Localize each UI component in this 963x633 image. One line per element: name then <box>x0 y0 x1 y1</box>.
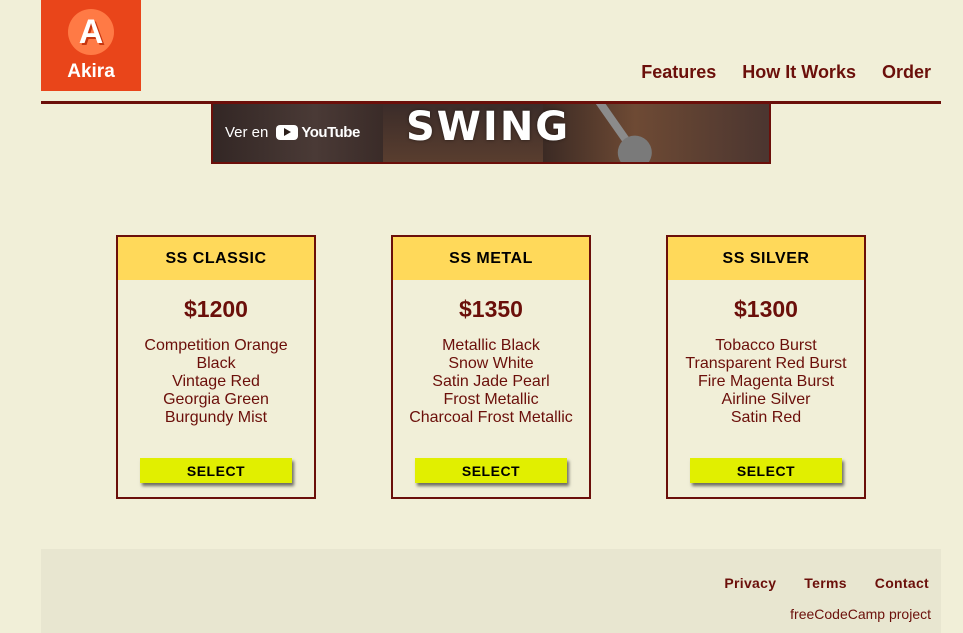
product-card-classic: SS CLASSIC $1200 Competition Orange Blac… <box>116 235 316 499</box>
color-option: Transparent Red Burst <box>685 355 847 372</box>
video-embed[interactable]: SWING Ver en YouTube <box>211 104 771 164</box>
video-title-overlay: SWING <box>406 104 571 150</box>
product-name: SS METAL <box>393 237 589 280</box>
product-card-silver: SS SILVER $1300 Tobacco Burst Transparen… <box>666 235 866 499</box>
footer-credit: freeCodeCamp project <box>790 606 931 622</box>
color-option: Tobacco Burst <box>715 337 817 354</box>
youtube-logo: YouTube <box>276 124 360 141</box>
nav-link-features[interactable]: Features <box>641 62 716 83</box>
logo-icon: A <box>68 9 114 55</box>
site-footer: Privacy Terms Contact freeCodeCamp proje… <box>41 549 941 633</box>
select-button-classic[interactable]: SELECT <box>140 458 292 483</box>
site-header: A Akira Features How It Works Order <box>41 0 941 104</box>
product-price: $1300 <box>734 296 798 322</box>
nav-link-order[interactable]: Order <box>882 62 931 83</box>
youtube-play-icon <box>276 125 299 140</box>
product-price: $1350 <box>459 296 523 322</box>
color-option: Satin Red <box>730 409 802 426</box>
watch-on-youtube[interactable]: Ver en YouTube <box>225 124 360 141</box>
product-colors: Tobacco Burst Transparent Red Burst Fire… <box>668 337 864 427</box>
color-option: Metallic Black <box>442 337 540 354</box>
page: A Akira Features How It Works Order SWIN… <box>0 0 963 633</box>
watch-on-label: Ver en <box>225 124 269 141</box>
product-name: SS CLASSIC <box>118 237 314 280</box>
product-colors: Competition Orange Black Vintage Red Geo… <box>118 337 314 427</box>
color-option: Charcoal Frost Metallic <box>409 409 573 426</box>
product-price: $1200 <box>184 296 248 322</box>
select-button-metal[interactable]: SELECT <box>415 458 567 483</box>
product-colors: Metallic Black Snow White Satin Jade Pea… <box>393 337 589 427</box>
color-option: Snow White <box>448 355 534 372</box>
footer-link-terms[interactable]: Terms <box>804 575 846 591</box>
main-nav: Features How It Works Order <box>641 62 931 83</box>
brand-logo[interactable]: A Akira <box>41 0 141 91</box>
logo-letter: A <box>78 12 104 51</box>
nav-link-how-it-works[interactable]: How It Works <box>742 62 856 83</box>
color-option: Fire Magenta Burst <box>697 373 835 390</box>
youtube-wordmark: YouTube <box>301 124 360 141</box>
color-option: Burgundy Mist <box>164 409 268 426</box>
color-option: Competition Orange <box>144 337 288 354</box>
color-option: Black <box>196 355 236 372</box>
footer-link-privacy[interactable]: Privacy <box>724 575 776 591</box>
color-option: Frost Metallic <box>443 391 539 408</box>
product-name: SS SILVER <box>668 237 864 280</box>
footer-link-contact[interactable]: Contact <box>875 575 929 591</box>
brand-name: Akira <box>67 61 115 82</box>
color-option: Satin Jade Pearl <box>432 373 550 390</box>
color-option: Vintage Red <box>172 373 260 390</box>
color-option: Georgia Green <box>163 391 269 408</box>
product-card-metal: SS METAL $1350 Metallic Black Snow White… <box>391 235 591 499</box>
color-option: Airline Silver <box>721 391 811 408</box>
footer-links: Privacy Terms Contact <box>724 575 929 591</box>
select-button-silver[interactable]: SELECT <box>690 458 842 483</box>
